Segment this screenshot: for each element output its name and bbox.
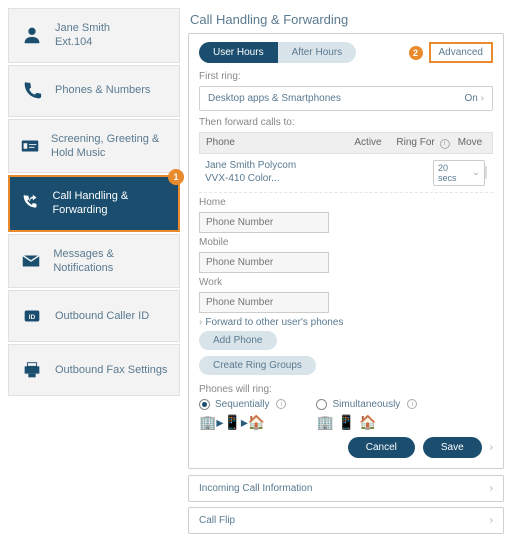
phone-icon bbox=[19, 78, 45, 104]
call-handling-panel: User Hours After Hours 2 Advanced First … bbox=[188, 33, 504, 469]
hours-tabs: User Hours After Hours bbox=[199, 42, 356, 63]
sidebar-item-label: Outbound Fax Settings bbox=[55, 363, 168, 377]
sidebar-item-caller-id[interactable]: ID Outbound Caller ID bbox=[8, 290, 180, 342]
id-card-icon bbox=[19, 133, 41, 159]
main-panel: Call Handling & Forwarding User Hours Af… bbox=[188, 8, 504, 539]
sidebar-item-phones[interactable]: Phones & Numbers bbox=[8, 65, 180, 117]
panel-title: Call Handling & Forwarding bbox=[188, 8, 504, 33]
forward-label: Then forward calls to: bbox=[199, 117, 493, 128]
home-phone-input[interactable] bbox=[199, 212, 329, 233]
sidebar-item-label: Messages & Notifications bbox=[53, 247, 169, 276]
ring-duration-select[interactable]: 20 secs⌄ bbox=[433, 160, 485, 186]
col-phone: Phone bbox=[206, 137, 344, 149]
sidebar-item-screening[interactable]: Screening, Greeting & Hold Music bbox=[8, 119, 180, 174]
forward-other-toggle[interactable]: ›Forward to other user's phones bbox=[199, 317, 493, 328]
move-handle[interactable] bbox=[485, 166, 487, 179]
step-badge-2: 2 bbox=[409, 46, 423, 60]
radio-simultaneous[interactable] bbox=[316, 399, 327, 410]
mobile-label: Mobile bbox=[199, 237, 493, 248]
cancel-button[interactable]: Cancel bbox=[348, 437, 415, 458]
add-phone-button[interactable]: Add Phone bbox=[199, 331, 277, 350]
mobile-phone-group: Mobile bbox=[199, 237, 493, 273]
mobile-phone-input[interactable] bbox=[199, 252, 329, 273]
svg-text:ID: ID bbox=[29, 314, 36, 321]
phone-row: Jane Smith PolycomVVX-410 Color... 20 se… bbox=[199, 154, 493, 193]
info-icon: i bbox=[407, 399, 417, 409]
home-phone-group: Home bbox=[199, 197, 493, 233]
chevron-right-icon: › bbox=[490, 483, 493, 494]
chevron-right-icon: › bbox=[481, 93, 484, 104]
user-icon bbox=[19, 22, 45, 48]
chevron-down-icon: ⌄ bbox=[472, 167, 480, 178]
call-forward-icon bbox=[20, 190, 42, 216]
sidebar-item-label: Call Handling & Forwarding bbox=[52, 189, 168, 218]
sidebar-item-messages[interactable]: Messages & Notifications bbox=[8, 234, 180, 289]
sidebar-item-label: Phones & Numbers bbox=[55, 83, 150, 97]
sidebar-item-label: Outbound Caller ID bbox=[55, 309, 149, 323]
chevron-right-icon[interactable]: › bbox=[490, 442, 493, 453]
sequential-glyph: 🏢▸📱▸🏠 bbox=[199, 414, 286, 431]
col-active: Active bbox=[344, 137, 392, 149]
simultaneous-glyph: 🏢 📱 🏠 bbox=[316, 414, 417, 431]
sidebar-item-user[interactable]: Jane SmithExt.104 bbox=[8, 8, 180, 63]
ring-sequential-option[interactable]: Sequentially i 🏢▸📱▸🏠 bbox=[199, 399, 286, 431]
work-phone-input[interactable] bbox=[199, 292, 329, 313]
ring-simultaneous-option[interactable]: Simultaneously i 🏢 📱 🏠 bbox=[316, 399, 417, 431]
col-move: Move bbox=[454, 137, 486, 149]
first-ring-label: First ring: bbox=[199, 71, 493, 82]
first-ring-state: On › bbox=[465, 93, 484, 104]
tab-after-hours[interactable]: After Hours bbox=[278, 42, 357, 63]
phones-will-ring-label: Phones will ring: bbox=[199, 384, 493, 395]
sidebar-item-call-handling[interactable]: 1 Call Handling & Forwarding bbox=[8, 175, 180, 232]
tab-user-hours[interactable]: User Hours bbox=[199, 42, 278, 63]
work-phone-group: Work bbox=[199, 277, 493, 313]
work-label: Work bbox=[199, 277, 493, 288]
info-icon: i bbox=[276, 399, 286, 409]
first-ring-value: Desktop apps & Smartphones bbox=[208, 93, 341, 104]
fax-icon bbox=[19, 357, 45, 383]
sidebar-item-label: Screening, Greeting & Hold Music bbox=[51, 132, 169, 161]
incoming-call-expander[interactable]: Incoming Call Information› bbox=[188, 475, 504, 502]
radio-sequential[interactable] bbox=[199, 399, 210, 410]
home-label: Home bbox=[199, 197, 493, 208]
call-flip-expander[interactable]: Call Flip› bbox=[188, 507, 504, 534]
chevron-right-icon: › bbox=[490, 515, 493, 526]
save-button[interactable]: Save bbox=[423, 437, 482, 458]
advanced-button[interactable]: Advanced bbox=[429, 42, 493, 63]
create-ring-groups-button[interactable]: Create Ring Groups bbox=[199, 356, 316, 375]
sidebar-user-label: Jane SmithExt.104 bbox=[55, 21, 110, 50]
phone-row-name: Jane Smith PolycomVVX-410 Color... bbox=[205, 160, 433, 185]
step-badge-1: 1 bbox=[168, 169, 184, 185]
id-icon: ID bbox=[19, 303, 45, 329]
sidebar: Jane SmithExt.104 Phones & Numbers Scree… bbox=[8, 8, 180, 539]
col-ring-for: Ring For i bbox=[392, 137, 454, 149]
forward-table-header: Phone Active Ring For i Move bbox=[199, 132, 493, 154]
envelope-icon bbox=[19, 248, 43, 274]
sidebar-item-fax[interactable]: Outbound Fax Settings bbox=[8, 344, 180, 396]
info-icon: i bbox=[440, 139, 450, 149]
chevron-right-icon: › bbox=[199, 317, 202, 328]
first-ring-select[interactable]: Desktop apps & Smartphones On › bbox=[199, 86, 493, 111]
